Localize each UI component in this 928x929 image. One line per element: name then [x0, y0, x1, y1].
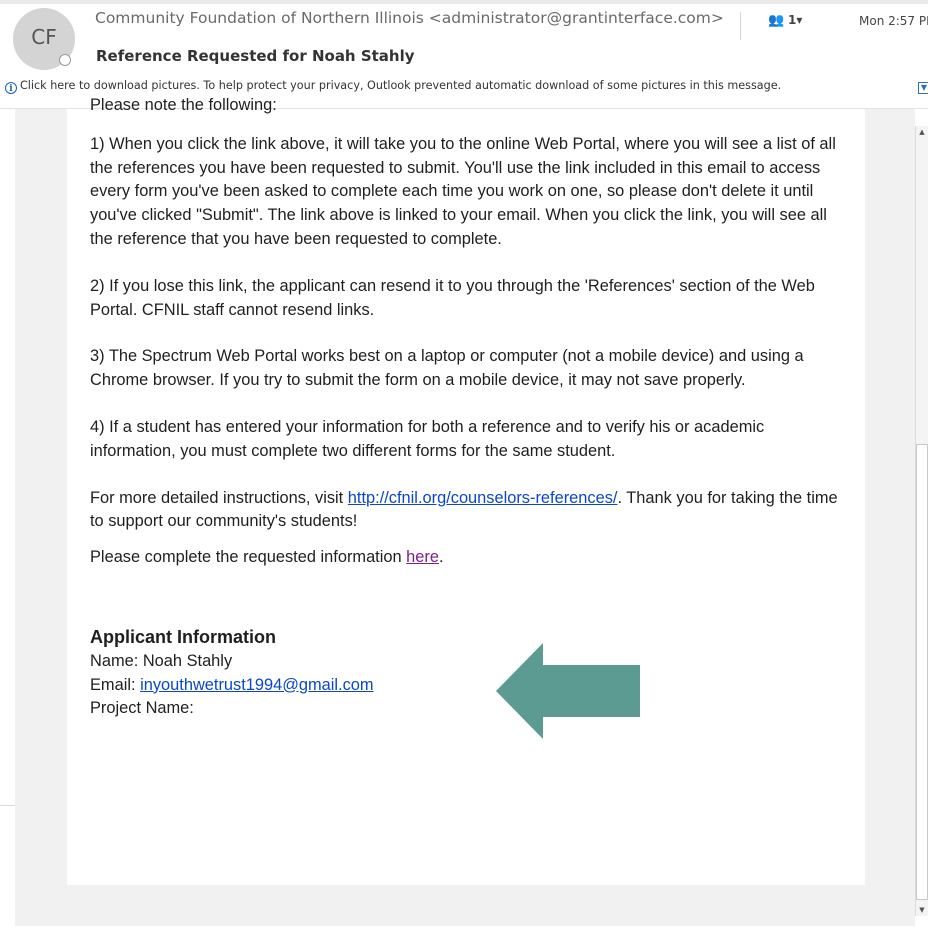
applicant-name-line: Name: Noah Stahly	[90, 650, 850, 674]
top-border	[0, 0, 928, 4]
chevron-down-icon: ▾	[796, 13, 803, 27]
scroll-up-arrow-icon[interactable]: ▲	[916, 126, 928, 138]
more-instructions: For more detailed instructions, visit ht…	[90, 487, 850, 535]
download-pictures-bar[interactable]: i Click here to download pictures. To hel…	[5, 79, 781, 94]
avatar-initials: CF	[31, 25, 57, 49]
point-1: 1) When you click the link above, it wil…	[90, 134, 836, 248]
applicant-title: Applicant Information	[90, 626, 276, 647]
infobar-text: Click here to download pictures. To help…	[20, 79, 782, 92]
complete-request-line: Please complete the requested informatio…	[90, 546, 850, 570]
applicant-email-link[interactable]: inyouthwetrust1994@gmail.com	[140, 676, 373, 694]
applicant-name: Noah Stahly	[142, 651, 233, 670]
pane-divider	[0, 805, 15, 806]
email-subject: Reference Requested for Noah Stahly	[96, 47, 415, 65]
expand-header-button[interactable]: ▼	[918, 82, 928, 94]
vertical-scrollbar[interactable]: ▲ ▼	[915, 126, 928, 916]
email-label: Email:	[90, 675, 141, 694]
instructions-link[interactable]: http://cfnil.org/counselors-references/	[348, 489, 618, 507]
point-2: 2) If you lose this link, the applicant …	[90, 276, 815, 319]
complete-prefix: Please complete the requested informatio…	[90, 548, 407, 567]
scrollbar-thumb[interactable]	[916, 444, 928, 900]
complete-suffix: .	[438, 548, 444, 567]
point-4: 4) If a student has entered your informa…	[90, 417, 765, 460]
arrow-shape	[496, 643, 640, 739]
here-link[interactable]: here	[406, 548, 439, 566]
received-time: Mon 2:57 PM	[859, 14, 928, 28]
presence-indicator	[59, 54, 71, 66]
intro-text: Please note the following:	[90, 96, 277, 114]
scroll-down-arrow-icon[interactable]: ▼	[916, 904, 928, 916]
point-3: 3) The Spectrum Web Portal works best on…	[90, 347, 804, 390]
name-label: Name:	[90, 651, 143, 670]
more-prefix: For more detailed instructions, visit	[90, 488, 348, 507]
recipients-button[interactable]: 👥 1▾	[768, 13, 802, 28]
project-name-line: Project Name:	[90, 699, 194, 718]
message-body: Please note the following: 1) When you c…	[90, 96, 850, 721]
applicant-email-line: Email: inyouthwetrust1994@gmail.com	[90, 674, 850, 698]
sender-line[interactable]: Community Foundation of Northern Illinoi…	[95, 9, 724, 27]
info-icon: i	[5, 82, 17, 94]
people-icon: 👥	[768, 13, 785, 28]
arrow-pointer-icon	[496, 643, 640, 739]
header-divider	[740, 12, 741, 40]
